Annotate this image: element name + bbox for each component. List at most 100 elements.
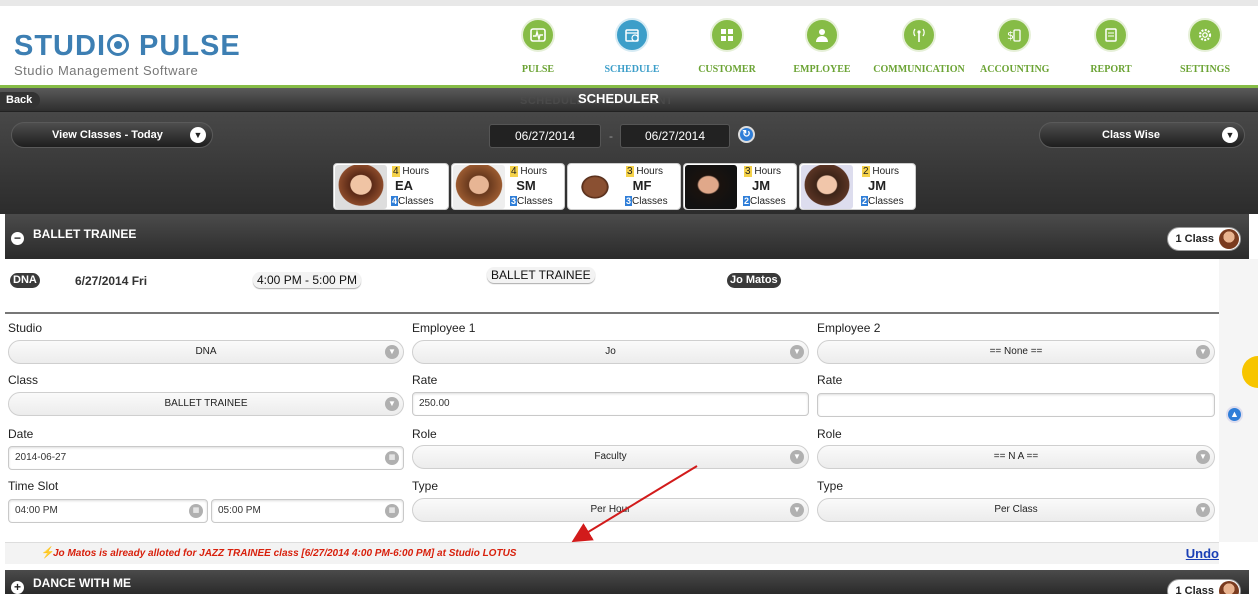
date-separator: -	[609, 129, 613, 143]
collapse-icon[interactable]: −	[11, 232, 24, 245]
view-classes-select[interactable]: View Classes - Today ▼	[11, 122, 213, 148]
staff-card[interactable]: 3 Hours JM 2Classes	[683, 163, 797, 210]
class-count-badge[interactable]: 1 Class	[1167, 579, 1241, 594]
role2-label: Role	[817, 427, 842, 441]
logo-brand-a: STUDI	[14, 30, 106, 62]
classes-label: Classes	[632, 196, 668, 207]
staff-card[interactable]: 4 Hours SM 3Classes	[451, 163, 565, 210]
time-start-input[interactable]: 04:00 PM ▦	[8, 499, 208, 523]
staff-initials: JM	[751, 178, 771, 193]
hours-label: Hours	[636, 166, 664, 177]
nav-settings[interactable]: SETTINGS	[1176, 18, 1234, 78]
nav-label: SCHEDULE	[604, 64, 660, 75]
class-wise-select[interactable]: Class Wise ▼	[1039, 122, 1245, 148]
nav-communication[interactable]: COMMUNICATION	[873, 18, 965, 78]
role1-value: Faculty	[594, 451, 627, 462]
clock-icon[interactable]: ▦	[189, 504, 203, 518]
nav-customer[interactable]: CUSTOMER	[695, 18, 759, 78]
studio-label: Studio	[8, 321, 43, 335]
staff-card[interactable]: 4 Hours EA 4Classes	[333, 163, 449, 210]
time-start-value: 04:00 PM	[15, 505, 58, 516]
nav-label: SETTINGS	[1179, 64, 1231, 75]
classes-count: 3	[510, 196, 518, 206]
clock-icon[interactable]: ▦	[385, 504, 399, 518]
classes-label: Classes	[750, 196, 786, 207]
type1-label: Type	[412, 479, 439, 493]
calendar-icon	[615, 18, 649, 52]
type2-select[interactable]: Per Class ▼	[817, 498, 1215, 522]
warning-message: Jo Matos is already alloted for JAZZ TRA…	[53, 548, 517, 559]
nav-label: REPORT	[1090, 64, 1132, 75]
date-to-input[interactable]: 06/27/2014	[620, 124, 730, 148]
classes-count: 3	[625, 196, 633, 206]
role1-label: Role	[412, 427, 437, 441]
employee1-select[interactable]: Jo ▼	[412, 340, 809, 364]
employee-icon	[805, 18, 839, 52]
class-label: Class	[8, 373, 39, 387]
hours-label: Hours	[754, 166, 782, 177]
chevron-down-icon: ▼	[1222, 127, 1238, 143]
date-from-input[interactable]: 06/27/2014	[489, 124, 601, 148]
nav-employee[interactable]: EMPLOYEE	[790, 18, 854, 78]
chevron-down-icon: ▼	[385, 397, 399, 411]
class-count: 1 Class	[1175, 585, 1214, 594]
hours-count: 3	[626, 166, 634, 177]
staff-photo	[801, 165, 853, 209]
type1-select[interactable]: Per Hour ▼	[412, 498, 809, 522]
nav-pulse[interactable]: PULSE	[513, 18, 563, 78]
employee2-value: == None ==	[989, 346, 1043, 357]
hours-count: 4	[392, 166, 400, 177]
refresh-icon[interactable]: ↻	[738, 126, 755, 143]
nav-report[interactable]: REPORT	[1085, 18, 1137, 78]
class-name: BALLET TRAINEE	[487, 267, 595, 283]
date-value: 2014-06-27	[15, 452, 67, 463]
avatar	[1219, 581, 1239, 594]
nav-label: CUSTOMER	[698, 64, 756, 75]
class-row[interactable]: DNA 6/27/2014 Fri 4:00 PM - 5:00 PM BALL…	[5, 259, 1219, 314]
class-count-badge[interactable]: 1 Class	[1167, 227, 1241, 251]
view-classes-label: View Classes - Today	[52, 129, 163, 141]
role1-select[interactable]: Faculty ▼	[412, 445, 809, 469]
class-select[interactable]: BALLET TRAINEE ▼	[8, 392, 404, 416]
studio-select[interactable]: DNA ▼	[8, 340, 404, 364]
type1-value: Per Hour	[590, 504, 631, 515]
conflict-warning: ⚡ Jo Matos is already alloted for JAZZ T…	[5, 542, 1219, 564]
studio-pulse-logo[interactable]: STUDI PULSE Studio Management Software	[14, 30, 241, 78]
expand-icon[interactable]: +	[11, 581, 24, 594]
app-header: STUDI PULSE Studio Management Software P…	[0, 0, 1258, 88]
nav-label: COMMUNICATION	[873, 64, 965, 75]
nav-accounting[interactable]: $ ACCOUNTING	[980, 18, 1049, 78]
date-input[interactable]: 2014-06-27 ▦	[8, 446, 404, 470]
class-value: BALLET TRAINEE	[164, 398, 248, 409]
section-ballet-trainee[interactable]: − BALLET TRAINEE 1 Class	[5, 214, 1249, 260]
section-dance-with-me[interactable]: + DANCE WITH ME 1 Class	[5, 570, 1249, 594]
svg-text:$: $	[1007, 29, 1014, 42]
calendar-icon[interactable]: ▦	[385, 451, 399, 465]
classes-label: Classes	[517, 196, 553, 207]
logo-brand-b: PULSE	[130, 30, 241, 62]
hours-label: Hours	[872, 166, 900, 177]
employee2-select[interactable]: == None == ▼	[817, 340, 1215, 364]
role2-select[interactable]: == N A == ▼	[817, 445, 1215, 469]
undo-link[interactable]: Undo	[1186, 546, 1219, 561]
logo-subtitle: Studio Management Software	[14, 63, 199, 78]
nav-schedule[interactable]: SCHEDULE	[600, 18, 664, 78]
hours-count: 3	[744, 166, 752, 177]
staff-card[interactable]: 2 Hours JM 2Classes	[799, 163, 916, 210]
avatar	[1219, 229, 1239, 249]
time-end-input[interactable]: 05:00 PM ▦	[211, 499, 404, 523]
staff-photo	[685, 165, 737, 209]
scroll-up-icon[interactable]: ▲	[1226, 406, 1243, 423]
type2-label: Type	[817, 479, 844, 493]
rate1-input[interactable]: 250.00	[412, 392, 809, 416]
chevron-down-icon: ▼	[1196, 503, 1210, 517]
back-button[interactable]: Back	[0, 92, 41, 108]
staff-card[interactable]: 3 Hours MF 3Classes	[567, 163, 681, 210]
scheduler-bar: SCHEDULE MANAGEMENT Back SCHEDULER	[0, 88, 1258, 112]
class-count: 1 Class	[1175, 233, 1214, 245]
employee1-value: Jo	[605, 346, 616, 357]
rate2-input[interactable]	[817, 393, 1215, 417]
staff-photo	[453, 165, 505, 209]
studio-tag: DNA	[10, 273, 40, 288]
rate1-label: Rate	[412, 373, 438, 387]
